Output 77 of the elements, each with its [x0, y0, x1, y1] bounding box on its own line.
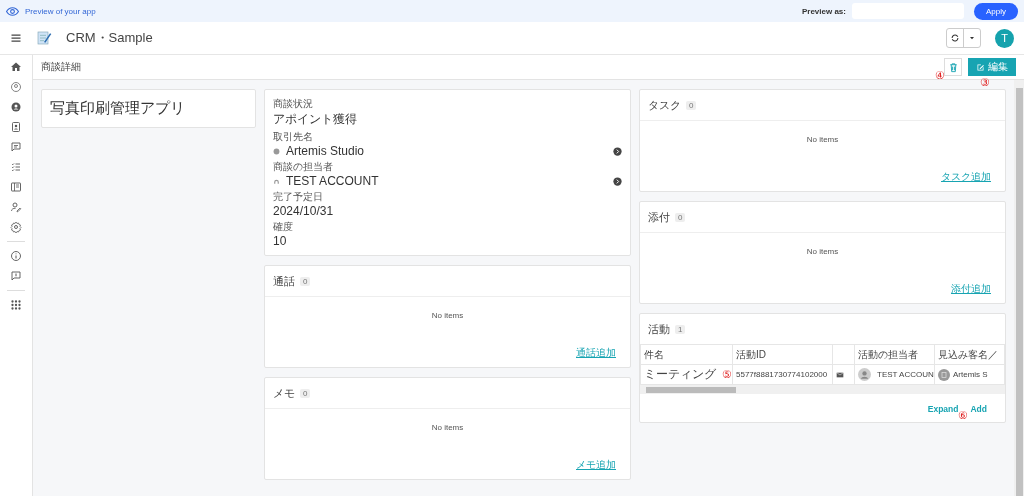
- annotation-marker: ⑥: [958, 410, 969, 421]
- field-value: 2024/10/31: [273, 204, 334, 218]
- user-avatar-icon: [858, 368, 871, 381]
- home-icon: [10, 61, 22, 73]
- chat-icon: [10, 141, 22, 153]
- card-title: 添付: [648, 209, 670, 225]
- field-value[interactable]: TEST ACCOUNT: [286, 174, 379, 188]
- add-link[interactable]: Add: [970, 404, 987, 414]
- table-cell[interactable]: ミーティング: [644, 366, 716, 383]
- count-badge: 0: [300, 276, 311, 286]
- trash-icon: [947, 61, 959, 73]
- field-label: 商談の担当者: [273, 160, 334, 174]
- preview-label: Preview of your app: [25, 6, 96, 16]
- user-edit-icon: [10, 201, 22, 213]
- table-cell: 5577f8881730774102000: [732, 364, 833, 385]
- sync-icon: [950, 33, 960, 43]
- app-title: CRM・Sample: [66, 29, 153, 47]
- apply-button[interactable]: Apply: [974, 2, 1018, 20]
- checklist-icon: [10, 161, 22, 173]
- delete-button[interactable]: [944, 58, 962, 76]
- empty-message: No items: [806, 247, 839, 256]
- edit-icon: [976, 62, 985, 72]
- company-avatar-icon: [938, 368, 950, 381]
- add-link[interactable]: 通話追加: [576, 346, 616, 360]
- field-label: 確度: [273, 220, 294, 234]
- info-icon: [10, 250, 22, 262]
- settings-icon: [10, 221, 22, 233]
- count-badge: 0: [686, 100, 697, 110]
- contact-card-icon: [10, 121, 22, 133]
- count-badge: 1: [675, 324, 686, 334]
- user-circle-icon: [10, 101, 22, 113]
- field-label: 取引先名: [273, 130, 314, 144]
- horizontal-scrollbar[interactable]: [640, 385, 1005, 394]
- mail-icon: [836, 370, 844, 379]
- empty-message: No items: [806, 135, 839, 144]
- empty-message: No items: [431, 311, 464, 320]
- vertical-scrollbar[interactable]: [1014, 80, 1024, 496]
- card-title: タスク: [648, 97, 681, 113]
- caret-icon: [968, 34, 976, 42]
- user-avatar[interactable]: T: [995, 28, 1014, 48]
- count-badge: 0: [300, 388, 311, 398]
- eye-icon: [6, 4, 19, 18]
- card-title: 通話: [273, 273, 295, 289]
- field-value[interactable]: Artemis Studio: [286, 144, 365, 158]
- chevron-right-icon: [613, 176, 622, 186]
- user-circle-icon: [10, 81, 22, 93]
- count-badge: 0: [675, 212, 686, 222]
- empty-message: No items: [431, 423, 464, 432]
- expand-link[interactable]: Expand: [927, 404, 959, 414]
- record-title: 写真印刷管理アプリ: [49, 98, 186, 118]
- field-label: 商談状況: [273, 97, 314, 111]
- chevron-right-icon: [613, 146, 622, 156]
- notepad-icon: [36, 30, 52, 46]
- feedback-icon: [10, 270, 22, 282]
- column-header[interactable]: 活動の担当者: [854, 344, 935, 365]
- sync-button-group[interactable]: [946, 28, 981, 48]
- preview-as-label: Preview as:: [801, 6, 846, 16]
- edit-button[interactable]: 編集: [968, 58, 1016, 76]
- annotation-marker: ④: [935, 70, 945, 81]
- field-label: 完了予定日: [273, 190, 324, 204]
- annotation-marker: ③: [980, 77, 990, 88]
- card-title: メモ: [273, 385, 295, 401]
- add-link[interactable]: タスク追加: [941, 170, 991, 184]
- annotation-marker: ⑤: [722, 369, 732, 380]
- column-header[interactable]: 件名: [640, 344, 733, 365]
- add-link[interactable]: メモ追加: [576, 458, 616, 472]
- card-title: 活動: [648, 321, 670, 337]
- add-link[interactable]: 添付追加: [951, 282, 991, 296]
- apps-grid-icon: [10, 299, 22, 311]
- page-title: 商談詳細: [41, 60, 81, 74]
- field-value: アポイント獲得: [273, 111, 357, 128]
- table-cell: TEST ACCOUN: [877, 370, 934, 379]
- column-header[interactable]: 活動ID: [732, 344, 833, 365]
- book-icon: [10, 181, 22, 193]
- field-value: 10: [273, 234, 287, 248]
- menu-icon: [10, 32, 22, 44]
- column-header[interactable]: 見込み客名／: [934, 344, 1005, 365]
